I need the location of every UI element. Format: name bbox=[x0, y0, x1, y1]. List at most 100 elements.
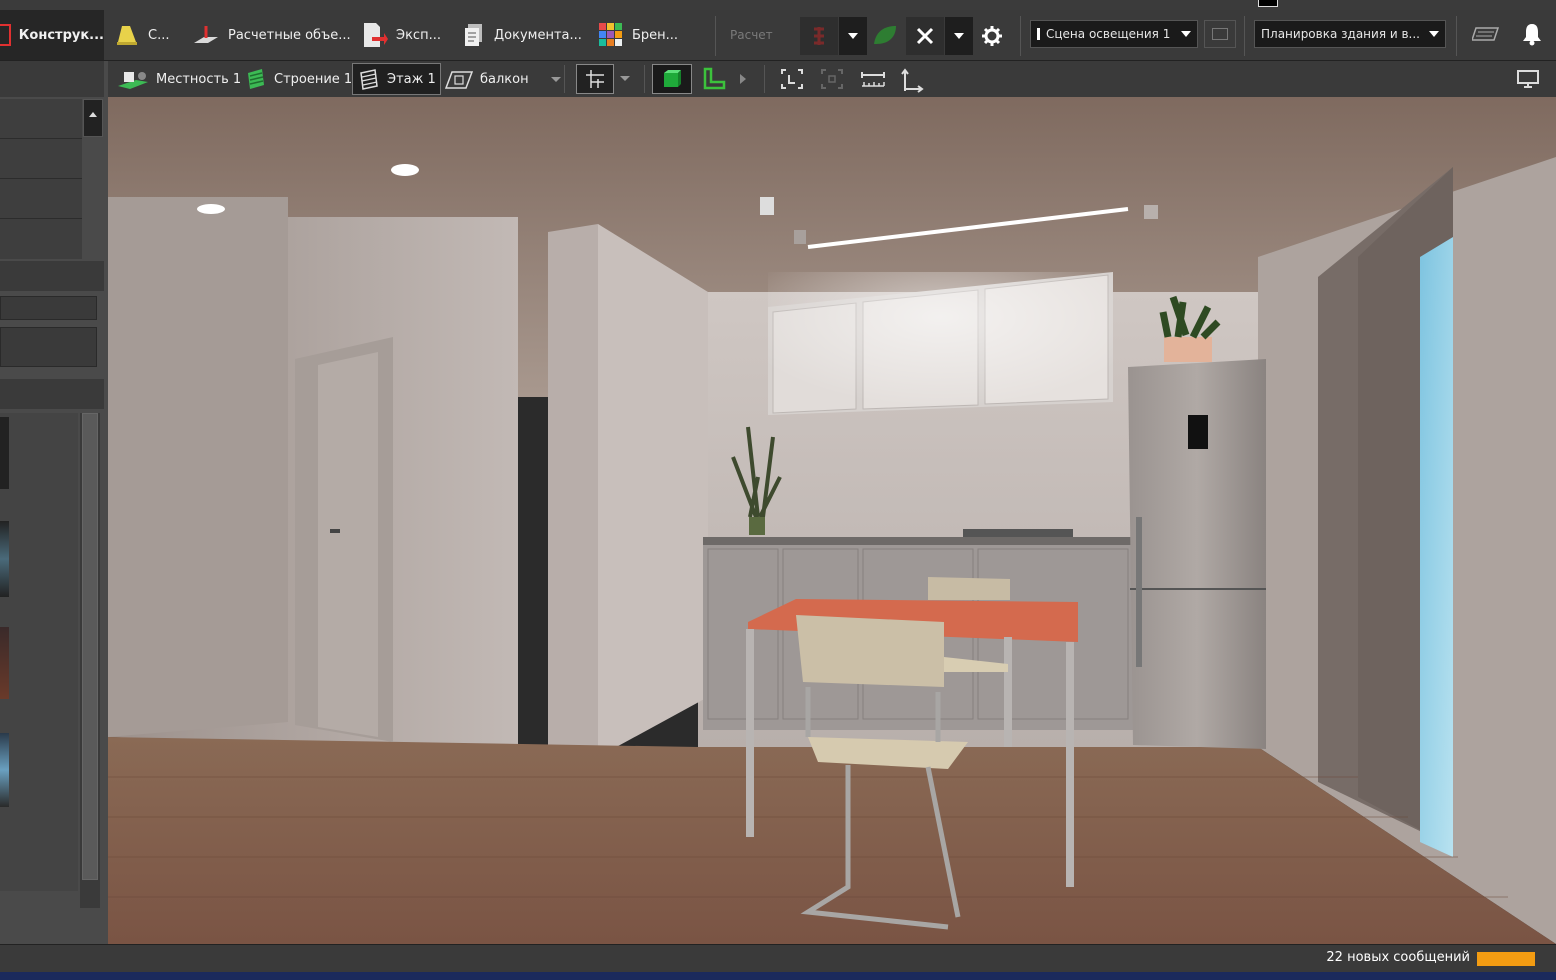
solid-view-button[interactable] bbox=[652, 64, 692, 94]
list-item[interactable] bbox=[0, 179, 82, 219]
cancel-calc-button[interactable] bbox=[906, 17, 944, 55]
display-mode-button[interactable] bbox=[1516, 69, 1540, 93]
branding-tab-label: Брен... bbox=[632, 27, 679, 43]
panel-field[interactable] bbox=[0, 327, 97, 367]
breadcrumb-terrain[interactable]: Местность 1 bbox=[116, 61, 241, 97]
chevron-down-icon bbox=[848, 33, 858, 39]
eco-leaf-button[interactable] bbox=[870, 22, 900, 52]
toolbar-divider bbox=[764, 65, 765, 93]
color-grid-icon bbox=[599, 23, 622, 46]
layout-select-value: Планировка здания и в... bbox=[1261, 27, 1420, 41]
status-bar: 22 новых сообщений bbox=[0, 944, 1556, 973]
export-tab-label: Эксп... bbox=[396, 27, 441, 43]
axis-icon bbox=[901, 68, 924, 93]
ruler-icon bbox=[861, 72, 885, 87]
breadcrumb-room-label: балкон bbox=[480, 71, 529, 87]
chevron-down-icon bbox=[954, 33, 964, 39]
cancel-dropdown[interactable] bbox=[945, 17, 973, 55]
room-icon bbox=[444, 71, 474, 89]
measure-button[interactable] bbox=[860, 68, 886, 94]
chevron-down-icon bbox=[1181, 31, 1191, 37]
scrollbar-track[interactable] bbox=[80, 413, 100, 908]
terrain-icon bbox=[118, 72, 148, 89]
export-icon bbox=[364, 23, 388, 47]
axis-button[interactable] bbox=[900, 67, 926, 97]
fit-selection-button[interactable] bbox=[820, 68, 844, 94]
kitchen-render bbox=[108, 97, 1556, 944]
breadcrumb-room[interactable]: балкон bbox=[444, 61, 561, 97]
scene-view-button[interactable] bbox=[1204, 20, 1236, 48]
toolbar-divider bbox=[1456, 16, 1457, 56]
floor-icon bbox=[360, 69, 378, 90]
lamp-icon bbox=[117, 26, 137, 45]
bell-icon bbox=[1523, 24, 1541, 46]
monitor-icon bbox=[1212, 28, 1228, 40]
fit-selection-icon bbox=[821, 69, 843, 89]
calc-objects-tab-label: Расчетные объе... bbox=[228, 27, 351, 43]
layout-select[interactable]: Планировка здания и в... bbox=[1254, 20, 1446, 48]
chevron-down-icon[interactable] bbox=[620, 76, 630, 81]
documentation-tab[interactable]: Документа... bbox=[462, 10, 582, 60]
thumbnail[interactable] bbox=[0, 733, 9, 807]
list-item[interactable] bbox=[0, 219, 82, 258]
monitor-icon bbox=[1517, 70, 1539, 88]
calc-mode-button[interactable] bbox=[800, 17, 838, 55]
breadcrumb-building[interactable]: Строение 1 bbox=[244, 61, 352, 97]
calculate-button[interactable]: Расчет bbox=[730, 10, 773, 60]
export-tab[interactable]: Эксп... bbox=[360, 10, 441, 60]
chevron-up-icon bbox=[89, 112, 97, 117]
scrollbar-thumb[interactable] bbox=[82, 413, 98, 880]
scene-select[interactable]: Сцена освещения 1 bbox=[1030, 20, 1198, 48]
messages-count[interactable]: 22 новых сообщений bbox=[1326, 950, 1470, 965]
settings-button[interactable] bbox=[980, 24, 1004, 52]
notifications-button[interactable] bbox=[1522, 22, 1542, 50]
select-grid-icon bbox=[586, 70, 604, 88]
panel-section-header bbox=[0, 379, 104, 409]
toolbar-divider bbox=[1244, 16, 1245, 56]
toolbar-divider bbox=[644, 65, 645, 93]
keyboard-button[interactable] bbox=[1470, 26, 1500, 46]
render-viewport[interactable] bbox=[108, 97, 1556, 944]
building-icon bbox=[248, 69, 264, 89]
gear-icon bbox=[982, 26, 1002, 46]
chevron-down-icon bbox=[1429, 31, 1439, 37]
panel-header bbox=[0, 61, 104, 97]
calc-objects-tab[interactable]: Расчетные объе... bbox=[192, 10, 351, 60]
breadcrumb-floor[interactable]: Этаж 1 bbox=[352, 63, 441, 95]
toolbar-divider bbox=[1020, 16, 1021, 56]
list-item[interactable] bbox=[0, 139, 82, 179]
wall-view-button[interactable] bbox=[702, 67, 726, 95]
thumbnail[interactable] bbox=[0, 627, 9, 699]
window-top-strip bbox=[0, 0, 1556, 10]
lighting-tab-label: С... bbox=[148, 27, 170, 43]
scene-select-value: Сцена освещения 1 bbox=[1046, 27, 1171, 41]
breadcrumb-building-label: Строение 1 bbox=[274, 71, 353, 87]
calc-grid-icon bbox=[814, 27, 824, 45]
lighting-tab[interactable]: С... bbox=[114, 10, 169, 60]
calculate-label: Расчет bbox=[730, 28, 773, 42]
leaf-icon bbox=[874, 26, 896, 44]
panel-field[interactable] bbox=[0, 296, 97, 320]
chevron-down-icon bbox=[550, 76, 561, 82]
keyboard-icon bbox=[1470, 27, 1500, 41]
color-swatch[interactable] bbox=[1258, 0, 1278, 7]
fit-view-button[interactable] bbox=[780, 68, 804, 94]
thumbnail[interactable] bbox=[0, 521, 9, 597]
document-icon bbox=[465, 24, 482, 46]
messages-badge[interactable] bbox=[1477, 952, 1535, 966]
structure-toolbar: Местность 1 Строение 1 Этаж 1 балкон bbox=[108, 61, 1556, 98]
scroll-up-button[interactable] bbox=[83, 99, 103, 137]
breadcrumb-terrain-label: Местность 1 bbox=[156, 71, 242, 87]
branding-tab[interactable]: Брен... bbox=[598, 10, 678, 60]
thumbnail[interactable] bbox=[0, 417, 9, 489]
toolbar-divider bbox=[564, 65, 565, 93]
taskbar-strip bbox=[0, 972, 1556, 980]
selection-mode-button[interactable] bbox=[576, 64, 614, 94]
main-toolbar: Конструк... С... Расчетные объе... Эксп.… bbox=[0, 10, 1556, 61]
side-panel bbox=[0, 61, 108, 944]
chevron-right-icon[interactable] bbox=[740, 74, 746, 84]
list-item[interactable] bbox=[0, 99, 82, 139]
calc-mode-dropdown[interactable] bbox=[839, 17, 867, 55]
construction-tab[interactable]: Конструк... bbox=[0, 10, 104, 60]
close-icon bbox=[916, 27, 934, 45]
